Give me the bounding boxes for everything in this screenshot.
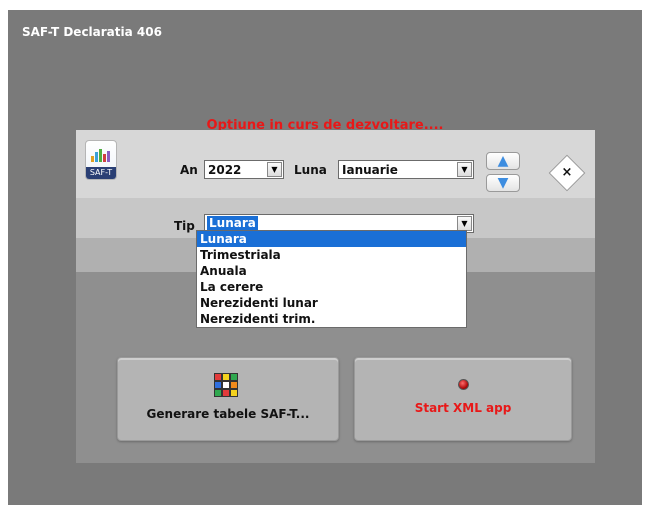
arrow-down-icon[interactable]: ▼ xyxy=(486,174,520,192)
tip-option[interactable]: La cerere xyxy=(197,279,466,295)
chevron-down-icon[interactable]: ▼ xyxy=(267,162,282,177)
window-title: SAF-T Declaratia 406 xyxy=(22,25,162,39)
logo-bars xyxy=(91,147,113,162)
tip-option[interactable]: Trimestriala xyxy=(197,247,466,263)
chevron-down-icon[interactable]: ▼ xyxy=(457,162,472,177)
rubiks-cube-icon xyxy=(214,373,238,397)
tip-option[interactable]: Anuala xyxy=(197,263,466,279)
start-xml-app-button[interactable]: Start XML app xyxy=(354,357,572,441)
year-value: 2022 xyxy=(208,163,242,177)
luna-label: Luna xyxy=(294,163,327,177)
tip-option[interactable]: Nerezidenti lunar xyxy=(197,295,466,311)
close-icon: × xyxy=(561,165,573,180)
start-xml-button-label: Start XML app xyxy=(414,401,512,415)
month-value: Ianuarie xyxy=(342,163,398,177)
generate-tables-button[interactable]: Generare tabele SAF-T... xyxy=(117,357,339,441)
an-label: An xyxy=(180,163,198,177)
arrow-up-icon[interactable]: ▲ xyxy=(486,152,520,170)
month-select[interactable]: Ianuarie ▼ xyxy=(338,160,474,179)
logo-text: SAF-T xyxy=(86,167,116,179)
tip-dropdown-list[interactable]: Lunara Trimestriala Anuala La cerere Nerezid… xyxy=(196,230,467,328)
generate-button-label: Generare tabele SAF-T... xyxy=(146,407,310,421)
tip-value: Lunara xyxy=(207,216,258,230)
saft-logo-icon: SAF-T xyxy=(85,140,117,180)
chevron-down-icon[interactable]: ▼ xyxy=(457,216,472,231)
year-select[interactable]: 2022 ▼ xyxy=(204,160,284,179)
tip-label: Tip xyxy=(174,219,195,233)
tip-option[interactable]: Lunara xyxy=(197,231,466,247)
status-led-icon xyxy=(458,379,469,390)
tip-option[interactable]: Nerezidenti trim. xyxy=(197,311,466,327)
